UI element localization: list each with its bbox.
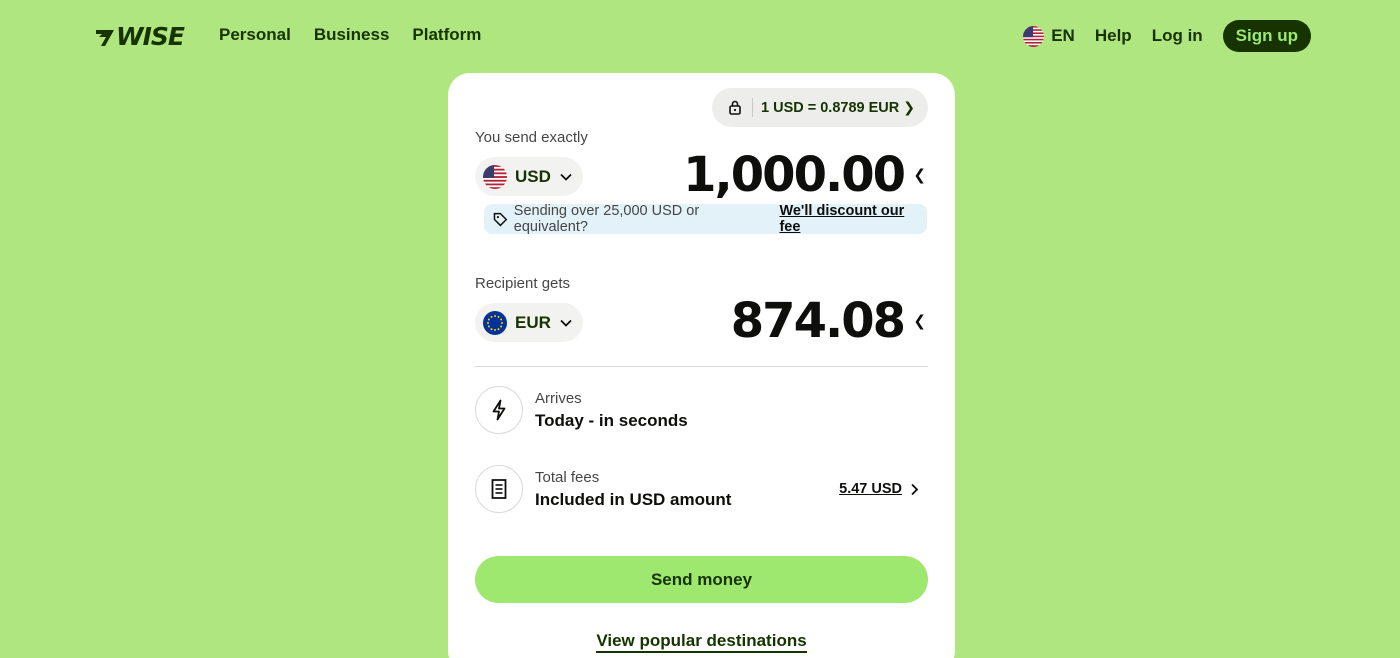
wise-flag-icon: [96, 29, 114, 46]
arrives-label: Arrives: [535, 389, 582, 407]
chevron-right-icon: ❯: [903, 99, 915, 115]
chevron-left-icon[interactable]: ❮: [913, 166, 926, 184]
main-nav: Personal Business Platform: [219, 25, 481, 45]
fees-info: Total fees Included in USD amount: [535, 469, 731, 510]
fees-amount: 5.47 USD: [839, 481, 902, 497]
popular-destinations: View popular destinations: [448, 631, 955, 653]
receive-amount-input[interactable]: 874.08: [731, 293, 906, 349]
send-amount-input[interactable]: 1,000.00: [683, 147, 906, 203]
nav-business[interactable]: Business: [314, 25, 390, 45]
receive-label: Recipient gets: [475, 275, 571, 292]
send-label: You send exactly: [475, 129, 588, 146]
popular-destinations-link[interactable]: View popular destinations: [596, 631, 807, 653]
discount-text: Sending over 25,000 USD or equivalent?: [513, 203, 700, 235]
fees-label: Total fees: [535, 468, 600, 486]
send-money-button[interactable]: Send money: [475, 556, 928, 603]
tag-icon: [493, 212, 508, 226]
section-divider: [475, 366, 928, 367]
eu-flag-icon: [483, 310, 507, 335]
fees-breakdown-link[interactable]: 5.47 USD: [839, 481, 919, 497]
us-flag-icon: [1023, 25, 1045, 47]
login-link[interactable]: Log in: [1152, 26, 1203, 46]
wise-logo[interactable]: WISE: [93, 22, 185, 51]
fees-row: Total fees Included in USD amount 5.47 U…: [475, 465, 928, 513]
receive-currency-code: EUR: [515, 312, 551, 332]
receipt-icon: [475, 465, 523, 513]
rate-separator: [752, 98, 753, 117]
chevron-down-icon: [560, 173, 572, 181]
chevron-down-icon: [560, 319, 572, 327]
send-currency-code: USD: [515, 166, 551, 186]
help-link[interactable]: Help: [1095, 26, 1132, 46]
us-flag-icon: [483, 164, 507, 189]
fees-value: Included in USD amount: [535, 489, 732, 509]
signup-button[interactable]: Sign up: [1222, 20, 1311, 52]
language-selector[interactable]: EN: [1023, 25, 1075, 47]
discount-link[interactable]: We'll discount our fee: [779, 203, 927, 235]
nav-personal[interactable]: Personal: [219, 25, 291, 45]
chevron-left-icon[interactable]: ❮: [913, 312, 926, 330]
rate-text: 1 USD = 0.8789 EUR: [761, 99, 900, 116]
arrives-info: Arrives Today - in seconds: [535, 390, 688, 431]
arrives-value: Today - in seconds: [535, 410, 688, 430]
arrives-row: Arrives Today - in seconds: [475, 386, 928, 434]
header-actions: EN Help Log in Sign up: [1023, 20, 1311, 52]
rate-lock-button[interactable]: 1 USD = 0.8789 EUR ❯: [712, 88, 928, 127]
discount-banner: Sending over 25,000 USD or equivalent? W…: [484, 203, 927, 235]
lightning-icon: [475, 386, 523, 434]
converter-card: 1 USD = 0.8789 EUR ❯ You send exactly US…: [448, 73, 955, 658]
receive-currency-selector[interactable]: EUR: [475, 303, 583, 342]
lock-icon: [729, 100, 741, 115]
nav-platform[interactable]: Platform: [412, 25, 481, 45]
logo-text: WISE: [116, 22, 185, 51]
chevron-right-icon: [911, 483, 919, 495]
send-currency-selector[interactable]: USD: [475, 157, 583, 196]
language-label: EN: [1051, 26, 1075, 45]
